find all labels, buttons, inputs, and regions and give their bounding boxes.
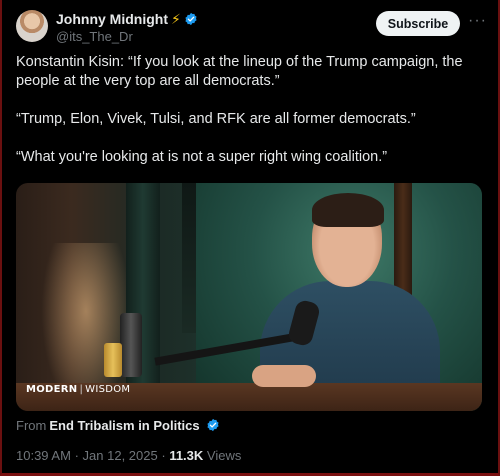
verified-badge-icon[interactable] [184,12,198,26]
speaker-hair [312,193,384,227]
community-prefix: From [16,418,47,433]
tweet-date[interactable]: Jan 12, 2025 [83,448,158,463]
drink-can [104,343,122,377]
views-label: Views [206,448,242,463]
tweet-card: Johnny Midnight ⚡ @its_The_Dr Subscribe ·… [0,0,500,476]
community-name[interactable]: End Tribalism in Politics [49,418,199,433]
author-name-row[interactable]: Johnny Midnight ⚡ [56,11,198,28]
more-options-icon[interactable]: ··· [468,12,487,30]
views-count: 11.3K [169,448,204,463]
meta-dot: · [74,448,79,463]
bottle [120,313,142,377]
tweet-text: Konstantin Kisin: “If you look at the li… [16,53,484,186]
watermark-right: WISDOM [85,384,131,395]
tweet-paragraph: “Trump, Elon, Vivek, Tulsi, and RFK are … [16,111,416,127]
video-watermark: MODERN | WISDOM [26,384,130,395]
meta-dot: · [161,448,166,463]
tweet-meta: 10:39 AM · Jan 12, 2025 · 11.3K Views [16,448,241,463]
community-line: From End Tribalism in Politics [16,418,220,433]
watermark-separator: | [79,384,84,395]
avatar[interactable] [16,10,48,42]
tweet-paragraph: Konstantin Kisin: “If you look at the li… [16,54,463,89]
video-thumbnail[interactable]: MODERN | WISDOM [16,183,482,411]
tweet-paragraph: “What you're looking at is not a super r… [16,149,388,165]
community-verified-icon [207,418,219,432]
watermark-left: MODERN [26,384,78,395]
subscribe-button[interactable]: Subscribe [376,11,460,36]
lightning-bolt-icon: ⚡ [170,11,181,27]
tweet-time[interactable]: 10:39 AM [16,448,71,463]
author-handle[interactable]: @its_The_Dr [56,29,133,44]
speaker-hand [252,365,316,387]
author-name[interactable]: Johnny Midnight [56,11,168,27]
